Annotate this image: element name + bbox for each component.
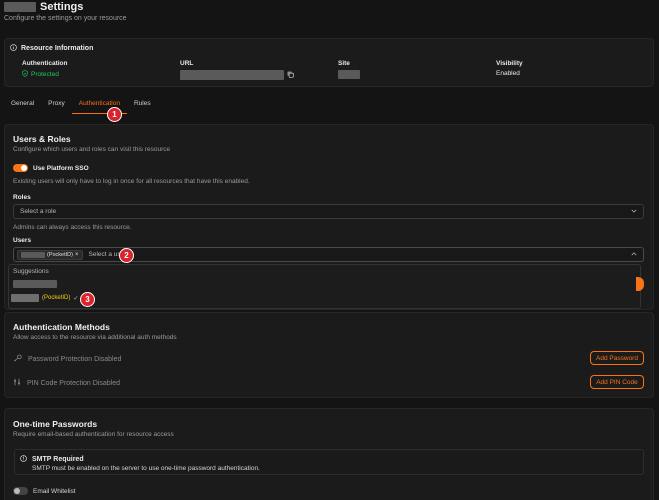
authentication-status: Protected	[22, 70, 68, 79]
otp-subtitle: Require email-based authentication for r…	[13, 431, 174, 438]
resource-info-title-text: Resource Information	[21, 45, 94, 52]
email-whitelist-row: Email Whitelist	[13, 487, 76, 495]
tab-proxy[interactable]: Proxy	[41, 98, 72, 114]
tab-rules[interactable]: Rules	[127, 98, 158, 114]
visibility-value: Enabled	[496, 70, 520, 77]
add-pincode-button[interactable]: Add PIN Code	[590, 375, 644, 389]
sso-help: Existing users will only have to log in …	[13, 178, 250, 185]
page-title: Settings	[4, 1, 83, 13]
resource-info-card	[4, 38, 654, 87]
email-whitelist-toggle[interactable]	[13, 487, 28, 495]
password-status: Password Protection Disabled	[28, 355, 122, 363]
email-whitelist-label: Email Whitelist	[33, 487, 76, 495]
redacted-suggestion-name	[13, 280, 57, 288]
roles-select[interactable]: Select a role	[13, 204, 644, 219]
sso-row: Use Platform SSO	[13, 164, 89, 172]
password-row: Password Protection Disabled	[13, 354, 121, 364]
annotation-badge-2: 2	[119, 248, 134, 263]
suggestion-provider: (PocketID)	[42, 295, 71, 301]
suggestion-item-2[interactable]: (PocketID) ✓	[11, 294, 78, 302]
tab-general[interactable]: General	[4, 98, 41, 114]
annotation-badge-3: 3	[80, 292, 95, 307]
roles-help: Admins can always access this resource.	[13, 224, 132, 231]
chevron-down-icon	[631, 208, 637, 215]
settings-tabs: General Proxy Authentication Rules	[4, 98, 158, 114]
copy-icon[interactable]	[287, 71, 294, 80]
user-suggestions-dropdown	[8, 264, 641, 309]
visibility-label: Visibility	[496, 60, 523, 67]
add-password-button[interactable]: Add Password	[590, 351, 644, 365]
roles-label: Roles	[13, 194, 31, 201]
resource-info-title: Resource Information	[10, 44, 93, 53]
redacted-user-chip-name	[21, 251, 45, 258]
pincode-row: PIN Code Protection Disabled	[13, 378, 120, 388]
auth-methods-title: Authentication Methods	[13, 322, 110, 332]
sliders-icon	[13, 378, 21, 388]
smtp-alert-text: SMTP must be enabled on the server to us…	[32, 465, 260, 472]
annotation-badge-1: 1	[107, 107, 122, 122]
user-chip-provider: (PocketID)	[47, 251, 73, 258]
url-info: URL	[180, 60, 294, 80]
authentication-value: Protected	[31, 71, 59, 78]
key-icon	[13, 354, 22, 364]
authentication-label: Authentication	[22, 60, 68, 67]
url-value	[180, 70, 294, 80]
close-icon[interactable]: ×	[75, 252, 79, 258]
users-label: Users	[13, 237, 32, 244]
alert-info-icon	[20, 455, 27, 464]
suggestion-item-1[interactable]	[13, 280, 57, 290]
info-icon	[10, 44, 17, 53]
users-roles-title: Users & Roles	[13, 134, 71, 144]
smtp-alert-header: SMTP Required	[20, 455, 84, 464]
sso-label: Use Platform SSO	[33, 164, 89, 172]
site-info: Site	[338, 60, 360, 79]
auth-methods-subtitle: Allow access to the resource via additio…	[13, 334, 177, 341]
page-subtitle: Configure the settings on your resource	[4, 15, 127, 22]
check-icon: ✓	[73, 295, 79, 302]
chevron-up-icon	[631, 251, 637, 258]
redacted-resource-name	[4, 2, 36, 12]
users-roles-subtitle: Configure which users and roles can visi…	[13, 146, 171, 153]
sso-toggle[interactable]	[13, 164, 28, 172]
otp-title: One-time Passwords	[13, 419, 98, 429]
page-title-text: Settings	[40, 1, 84, 13]
users-select-content: (PocketID) × Select a user	[17, 249, 126, 260]
visibility-info: Visibility Enabled	[496, 60, 523, 77]
site-label: Site	[338, 60, 350, 67]
site-value	[338, 70, 360, 79]
shield-check-icon	[22, 70, 28, 79]
redacted-url	[180, 70, 284, 80]
authentication-info: Authentication Protected	[22, 60, 68, 79]
smtp-alert-title: SMTP Required	[32, 456, 84, 463]
redacted-site	[338, 70, 360, 79]
users-select[interactable]: (PocketID) × Select a user	[13, 247, 644, 262]
roles-placeholder: Select a role	[20, 208, 57, 215]
pincode-status: PIN Code Protection Disabled	[27, 379, 120, 387]
url-label: URL	[180, 60, 194, 67]
redacted-suggestion-name	[11, 294, 39, 302]
suggestions-heading: Suggestions	[13, 268, 49, 275]
user-chip: (PocketID) ×	[17, 249, 83, 260]
